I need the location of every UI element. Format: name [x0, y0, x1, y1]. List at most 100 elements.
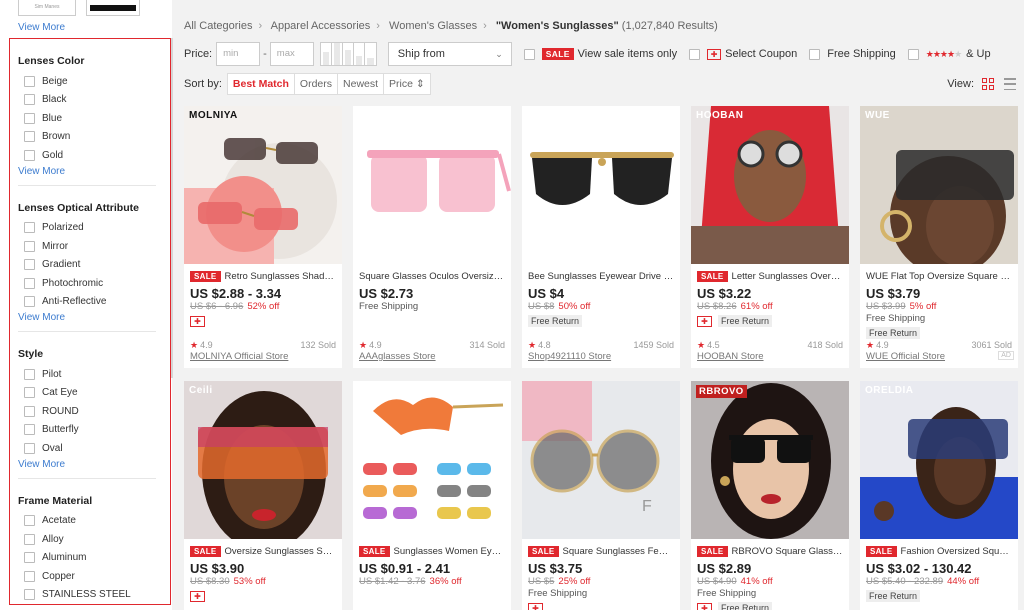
product-title[interactable]: Oversize Sunglasses Squa...: [225, 546, 336, 557]
price-max-input[interactable]: max: [269, 42, 314, 66]
filter-option[interactable]: Pilot: [18, 365, 156, 384]
checkbox[interactable]: [689, 48, 701, 60]
filter-option[interactable]: Polarized: [18, 219, 156, 238]
product-image[interactable]: [353, 106, 511, 264]
filter-option[interactable]: Blue: [18, 109, 156, 128]
checkbox[interactable]: [24, 405, 35, 417]
brand-thumbnail[interactable]: [86, 0, 140, 16]
product-title[interactable]: Square Glasses Oculos Oversized ...: [359, 271, 505, 282]
filter-option[interactable]: Aluminum: [18, 549, 156, 568]
price-bar[interactable]: [354, 43, 365, 65]
product-title[interactable]: Sunglasses Women Eyewe...: [394, 546, 505, 557]
filter-option[interactable]: STAINLESS STEEL: [18, 586, 156, 605]
filter-option[interactable]: ROUND: [18, 402, 156, 421]
product-image[interactable]: HOOBAN: [691, 106, 849, 264]
product-card[interactable]: Bee Sunglasses Eyewear Drive Fe... US $4 U…: [522, 106, 680, 368]
product-title-line[interactable]: SALE Square Sunglasses Femal...: [528, 545, 674, 558]
product-title[interactable]: RBROVO Square Glasses ...: [732, 546, 843, 557]
product-image[interactable]: MOLNIYA: [184, 106, 342, 264]
checkbox[interactable]: [24, 387, 35, 399]
sort-tab-price[interactable]: Price ⇕: [384, 74, 430, 94]
free-shipping-filter[interactable]: Free Shipping: [809, 48, 896, 60]
product-title-line[interactable]: SALE Oversize Sunglasses Squa...: [190, 545, 336, 558]
filter-option[interactable]: Cat Eye: [18, 384, 156, 403]
product-title-line[interactable]: SALE Retro Sunglasses Shades ...: [190, 270, 336, 283]
sidebar-scrollbar[interactable]: [171, 38, 173, 378]
rating-filter[interactable]: ★★★★★ & Up: [907, 48, 991, 60]
breadcrumb-item[interactable]: All Categories: [184, 20, 252, 32]
checkbox[interactable]: [24, 277, 35, 289]
product-card[interactable]: SALE Sunglasses Women Eyewe... US $0.91 - …: [353, 381, 511, 610]
price-bar[interactable]: [365, 43, 376, 65]
checkbox[interactable]: [809, 48, 821, 60]
store-link[interactable]: HOOBAN Store: [697, 351, 764, 362]
filter-option[interactable]: Alloy: [18, 530, 156, 549]
product-image[interactable]: WUE: [860, 106, 1018, 264]
view-more-link[interactable]: View More: [18, 166, 156, 177]
filter-option[interactable]: Gradient: [18, 256, 156, 275]
checkbox[interactable]: [24, 222, 35, 234]
product-title[interactable]: Square Sunglasses Femal...: [563, 546, 674, 557]
product-title[interactable]: Retro Sunglasses Shades ...: [225, 271, 336, 282]
product-card[interactable]: ORELDIA SALE Fashion Oversized Square... US…: [860, 381, 1018, 610]
product-card[interactable]: HOOBAN SALE Letter Sunglasses Oversiz... US…: [691, 106, 849, 368]
product-title[interactable]: Fashion Oversized Square...: [901, 546, 1012, 557]
checkbox[interactable]: [24, 442, 35, 454]
price-range-histogram[interactable]: [319, 42, 377, 66]
filter-option[interactable]: Black: [18, 91, 156, 110]
product-card[interactable]: Ceili SALE Oversize Sunglasses Squa... US $…: [184, 381, 342, 610]
product-image[interactable]: [353, 381, 511, 539]
store-link[interactable]: WUE Official Store: [866, 351, 945, 362]
checkbox[interactable]: [24, 94, 35, 106]
view-more-link[interactable]: View More: [18, 312, 156, 323]
checkbox[interactable]: [24, 515, 35, 527]
checkbox[interactable]: [24, 149, 35, 161]
view-more-link[interactable]: View More: [18, 22, 65, 33]
product-card[interactable]: F SALE Square Sunglasses Femal... US $3.75 U…: [522, 381, 680, 610]
product-title-line[interactable]: SALE Fashion Oversized Square...: [866, 545, 1012, 558]
ship-from-select[interactable]: Ship from ⌄: [387, 42, 512, 66]
checkbox[interactable]: [24, 368, 35, 380]
price-bar[interactable]: [332, 43, 343, 65]
view-more-link[interactable]: View More: [18, 459, 156, 470]
price-bar[interactable]: [343, 43, 354, 65]
product-card[interactable]: WUE WUE Flat Top Oversize Square Sun... US…: [860, 106, 1018, 368]
filter-option[interactable]: Oval: [18, 439, 156, 458]
sort-tab-orders[interactable]: Orders: [295, 74, 339, 94]
checkbox[interactable]: [24, 296, 35, 308]
checkbox[interactable]: [24, 112, 35, 124]
product-image[interactable]: [522, 106, 680, 264]
product-image[interactable]: RBROVO: [691, 381, 849, 539]
checkbox[interactable]: [24, 131, 35, 143]
product-title[interactable]: WUE Flat Top Oversize Square Sun...: [866, 271, 1012, 282]
product-title-line[interactable]: Bee Sunglasses Eyewear Drive Fe...: [528, 270, 674, 283]
product-card[interactable]: MOLNIYA SALE Retro Sunglasses Shades ... US…: [184, 106, 342, 368]
product-card[interactable]: RBROVO SALE RBROVO Square Glasses ... US $2…: [691, 381, 849, 610]
product-image[interactable]: F: [522, 381, 680, 539]
checkbox[interactable]: [24, 552, 35, 564]
grid-view-icon[interactable]: [982, 78, 994, 90]
product-title-line[interactable]: Square Glasses Oculos Oversized ...: [359, 270, 505, 283]
checkbox[interactable]: [24, 75, 35, 87]
store-link[interactable]: MOLNIYA Official Store: [190, 351, 288, 362]
checkbox[interactable]: [24, 570, 35, 582]
sort-tab-best-match[interactable]: Best Match: [228, 74, 295, 94]
checkbox[interactable]: [523, 48, 535, 60]
sort-tab-newest[interactable]: Newest: [338, 74, 385, 94]
product-card[interactable]: Square Glasses Oculos Oversized ... US $2…: [353, 106, 511, 368]
store-link[interactable]: Shop4921110 Store: [528, 351, 611, 362]
brand-thumbnail[interactable]: Sim Manes: [18, 0, 76, 16]
filter-option[interactable]: Copper: [18, 567, 156, 586]
price-min-input[interactable]: min: [216, 42, 261, 66]
filter-option[interactable]: Photochromic: [18, 274, 156, 293]
product-title[interactable]: Bee Sunglasses Eyewear Drive Fe...: [528, 271, 674, 282]
product-title-line[interactable]: SALE Letter Sunglasses Oversiz...: [697, 270, 843, 283]
price-bar[interactable]: [321, 43, 332, 65]
product-title[interactable]: Letter Sunglasses Oversiz...: [732, 271, 843, 282]
filter-option[interactable]: Mirror: [18, 237, 156, 256]
product-title-line[interactable]: SALE RBROVO Square Glasses ...: [697, 545, 843, 558]
checkbox[interactable]: [24, 259, 35, 271]
filter-option[interactable]: Beige: [18, 72, 156, 91]
list-view-icon[interactable]: [1004, 78, 1016, 90]
filter-option[interactable]: Acetate: [18, 512, 156, 531]
